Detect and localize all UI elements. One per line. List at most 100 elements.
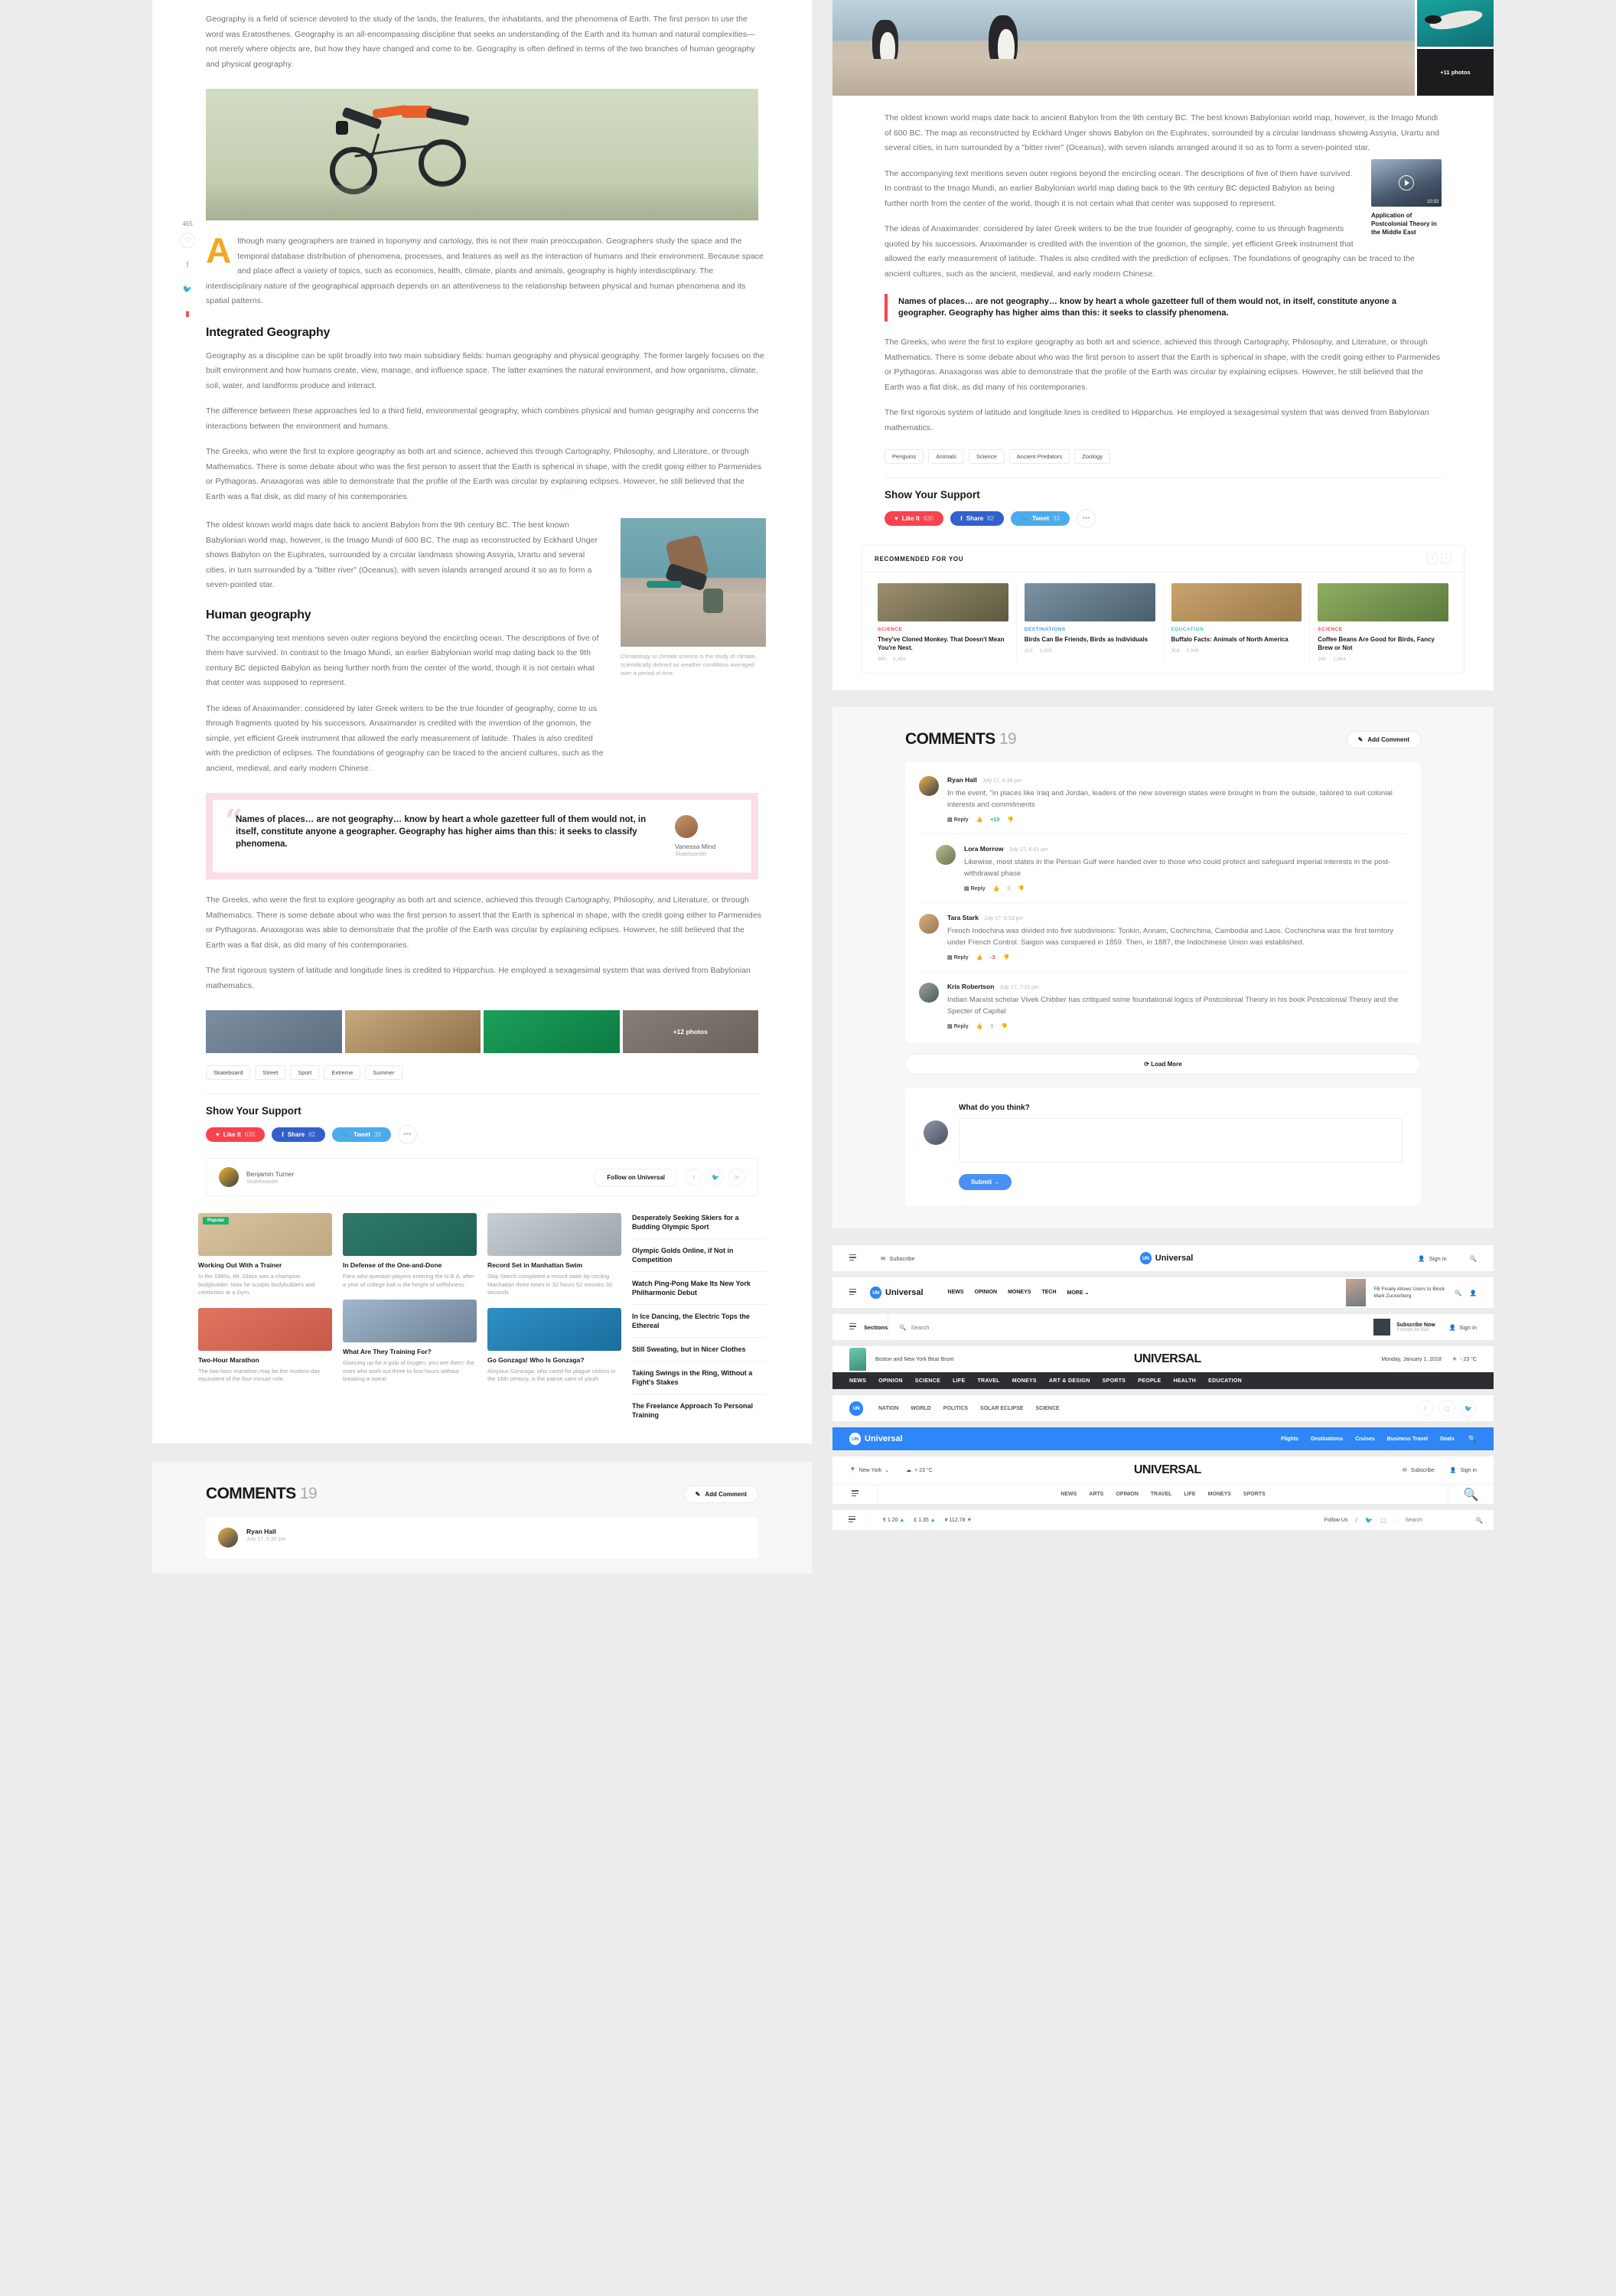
gallery-more-button[interactable]: +11 photos — [1417, 49, 1494, 96]
search-input[interactable] — [1405, 1517, 1459, 1523]
tweet-button[interactable]: 🐦 Tweet 33 — [332, 1127, 391, 1142]
list-item[interactable]: The Freelance Approach To Personal Train… — [632, 1394, 766, 1427]
thumbs-up-icon[interactable]: 👍 — [993, 885, 1000, 892]
gallery-thumb-3[interactable] — [484, 1010, 620, 1053]
nav-people[interactable]: PEOPLE — [1138, 1378, 1161, 1384]
load-more-button[interactable]: ⟳ Load More — [905, 1054, 1421, 1075]
subscribe-link[interactable]: ✉ Subscribe — [1403, 1467, 1435, 1474]
teaser-thumbnail[interactable] — [1346, 1279, 1367, 1306]
penguin-hero-gallery[interactable]: +11 photos — [832, 0, 1494, 96]
tag-item[interactable]: Sport — [290, 1065, 320, 1080]
hamburger-icon[interactable] — [849, 1254, 856, 1262]
thumbs-down-icon[interactable]: 👎 — [1007, 817, 1014, 823]
tag-item[interactable]: Zoology — [1074, 449, 1110, 464]
nav-cruises[interactable]: Cruises — [1355, 1437, 1375, 1442]
add-comment-button[interactable]: ✎ Add Comment — [1346, 730, 1421, 748]
nav-deals[interactable]: Deals — [1440, 1437, 1455, 1442]
thumbs-up-icon[interactable]: 👍 — [976, 817, 983, 823]
nav-opinion[interactable]: OPINION — [975, 1290, 998, 1296]
search-icon[interactable]: 🔍 — [1468, 1435, 1477, 1443]
nav-opinion[interactable]: OPINION — [1116, 1492, 1139, 1497]
brand-logo[interactable]: UN Universal — [849, 1433, 903, 1445]
nav-health[interactable]: HEALTH — [1173, 1378, 1196, 1384]
list-item[interactable]: Watch Ping-Pong Make Its New York Philha… — [632, 1272, 766, 1305]
tag-item[interactable]: Skateboard — [206, 1065, 251, 1080]
reply-button[interactable]: ▤ Reply — [964, 885, 986, 892]
twitter-icon[interactable]: 🐦 — [1460, 1400, 1477, 1417]
linkedin-icon[interactable]: in — [728, 1169, 745, 1186]
tag-item[interactable]: Summer — [365, 1065, 402, 1080]
nav-moneys[interactable]: MONEYS — [1208, 1492, 1231, 1497]
instagram-icon[interactable]: ▢ — [1380, 1517, 1386, 1524]
nav-art-design[interactable]: ART & DESIGN — [1049, 1378, 1090, 1384]
nav-life[interactable]: LIFE — [953, 1378, 965, 1384]
list-item[interactable]: Taking Swings in the Ring, Without a Fig… — [632, 1362, 766, 1394]
signin-link[interactable]: 👤 Sign in — [1449, 1324, 1477, 1331]
facebook-icon[interactable]: f — [1417, 1400, 1434, 1417]
like-button[interactable]: ♥ Like It 630 — [885, 511, 944, 526]
next-button[interactable]: › — [1441, 553, 1451, 564]
nav-life[interactable]: LIFE — [1184, 1492, 1195, 1497]
nav-news[interactable]: NEWS — [849, 1378, 866, 1384]
news-card[interactable]: Go Gonzaga! Who Is Gonzaga? Aloysius Gon… — [487, 1307, 621, 1384]
brand-badge[interactable]: UN — [849, 1401, 863, 1416]
gallery-thumb-1[interactable] — [206, 1010, 342, 1053]
tag-item[interactable]: Ancient Predators — [1008, 449, 1070, 464]
tag-item[interactable]: Science — [968, 449, 1005, 464]
nav-more[interactable]: MORE ⌄ — [1067, 1290, 1090, 1296]
tag-item[interactable]: Penguins — [885, 449, 924, 464]
video-card[interactable]: 10:33 Application of Postcolonial Theory… — [1371, 158, 1442, 236]
tag-item[interactable]: Animals — [928, 449, 964, 464]
nav-sports[interactable]: SPORTS — [1243, 1492, 1266, 1497]
nav-solar-eclipse[interactable]: SOLAR ECLIPSE — [980, 1406, 1023, 1411]
hamburger-icon[interactable] — [849, 1288, 856, 1296]
news-card[interactable]: Record Set in Manhattan Swim Skip Storch… — [487, 1213, 621, 1297]
nav-tech[interactable]: TECH — [1041, 1290, 1056, 1296]
nav-education[interactable]: EDUCATION — [1208, 1378, 1242, 1384]
facebook-icon[interactable]: f — [180, 257, 195, 272]
location-selector[interactable]: 📍 New York ⌄ — [849, 1467, 889, 1474]
signin-link[interactable]: 👤 Sign in — [1450, 1467, 1477, 1474]
add-comment-button[interactable]: ✎ Add Comment — [683, 1485, 758, 1503]
prev-button[interactable]: ‹ — [1427, 553, 1438, 564]
reply-button[interactable]: ▤ Reply — [947, 1023, 969, 1029]
nav-news[interactable]: NEWS — [948, 1290, 964, 1296]
thumbs-down-icon[interactable]: 👎 — [1003, 954, 1010, 960]
reply-button[interactable]: ▤ Reply — [947, 817, 969, 823]
nav-science[interactable]: SCIENCE — [1035, 1406, 1059, 1411]
recommended-item[interactable]: DESTINATIONS Birds Can Be Friends, Birds… — [1017, 583, 1164, 662]
nav-travel[interactable]: TRAVEL — [977, 1378, 999, 1384]
twitter-icon[interactable]: 🐦 — [1365, 1517, 1373, 1524]
instagram-icon[interactable]: ▢ — [1438, 1400, 1455, 1417]
news-card[interactable]: Two-Hour Marathon The two-hour marathon … — [198, 1307, 332, 1384]
list-item[interactable]: Olympic Golds Online, if Not in Competit… — [632, 1239, 766, 1272]
search-icon[interactable]: 🔍 — [1470, 1255, 1477, 1262]
search-icon[interactable]: 🔍 — [1455, 1290, 1461, 1296]
tag-item[interactable]: Street — [255, 1065, 286, 1080]
comment-input[interactable] — [959, 1118, 1403, 1163]
hero-image-penguins[interactable] — [832, 0, 1415, 96]
list-item[interactable]: In Ice Dancing, the Electric Tops the Et… — [632, 1305, 766, 1338]
news-card[interactable]: Popular Working Out With a Trainer In th… — [198, 1213, 332, 1297]
reply-button[interactable]: ▤ Reply — [947, 954, 969, 960]
hamburger-icon[interactable] — [852, 1490, 858, 1498]
tweet-button[interactable]: 🐦 Tweet 33 — [1011, 511, 1070, 526]
nav-news[interactable]: NEWS — [1060, 1492, 1077, 1497]
hamburger-icon[interactable] — [849, 1322, 856, 1331]
sections-label[interactable]: Sections — [864, 1324, 888, 1331]
bookmark-icon[interactable]: ▮ — [180, 306, 195, 321]
hamburger-icon[interactable] — [849, 1515, 855, 1524]
twitter-icon[interactable]: 🐦 — [180, 282, 195, 297]
nav-moneys[interactable]: MONEYS — [1008, 1290, 1031, 1296]
signin-link[interactable]: 👤 Sign in — [1418, 1255, 1446, 1262]
nav-nation[interactable]: NATION — [878, 1406, 898, 1411]
heart-icon[interactable]: ♡ — [180, 233, 195, 248]
thumbs-up-icon[interactable]: 👍 — [976, 954, 983, 960]
search-input[interactable] — [911, 1323, 1003, 1331]
photo-gallery-strip[interactable]: +12 photos — [206, 1010, 758, 1053]
nav-business-travel[interactable]: Business Travel — [1387, 1437, 1428, 1442]
nav-moneys[interactable]: MONEYS — [1012, 1378, 1037, 1384]
nav-arts[interactable]: ARTS — [1089, 1492, 1103, 1497]
brand-logo[interactable]: UN Universal — [1139, 1252, 1193, 1264]
gallery-more-button[interactable]: +12 photos — [622, 1010, 758, 1053]
